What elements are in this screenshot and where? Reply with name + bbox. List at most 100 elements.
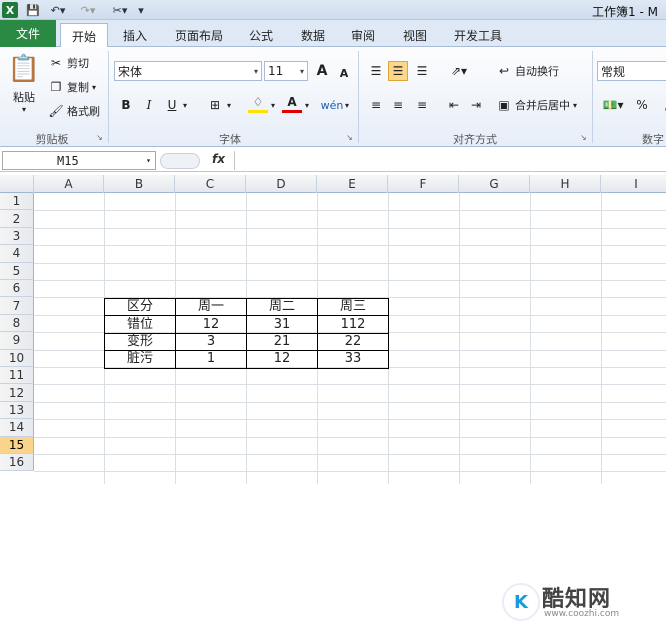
- tab-insert[interactable]: 插入: [114, 23, 156, 47]
- italic-button[interactable]: I: [139, 95, 159, 115]
- border-icon[interactable]: ⊞: [205, 95, 225, 115]
- table-cell[interactable]: 周二: [246, 297, 318, 317]
- excel-icon[interactable]: X: [2, 2, 18, 18]
- undo-icon[interactable]: ↶▾: [48, 2, 68, 18]
- table-cell[interactable]: 12: [246, 350, 318, 369]
- merge-center-button[interactable]: ▣ 合并后居中 ▾: [496, 97, 577, 113]
- phonetic-icon[interactable]: wén: [321, 95, 344, 115]
- shrink-font-button[interactable]: A: [334, 63, 354, 83]
- column-header[interactable]: D: [246, 175, 317, 193]
- font-name-combo[interactable]: 宋体 ▾: [114, 61, 262, 81]
- table-cell[interactable]: 3: [175, 332, 247, 352]
- copy-button[interactable]: ❐ 复制 ▾: [48, 79, 96, 95]
- tab-data[interactable]: 数据: [292, 23, 334, 47]
- row-header[interactable]: 16: [0, 454, 34, 472]
- table-cell[interactable]: 错位: [104, 315, 176, 334]
- row-header[interactable]: 3: [0, 227, 34, 246]
- chevron-down-icon[interactable]: ▾: [268, 95, 278, 115]
- table-cell[interactable]: 变形: [104, 332, 176, 352]
- table-cell[interactable]: 脏污: [104, 350, 176, 369]
- chevron-down-icon[interactable]: ▾: [302, 95, 312, 115]
- insert-function-button[interactable]: fx: [212, 152, 225, 166]
- row-header[interactable]: 10: [0, 349, 34, 367]
- orientation-icon[interactable]: ⇗▾: [446, 61, 472, 81]
- align-bottom-icon[interactable]: ☰: [412, 61, 432, 81]
- increase-indent-icon[interactable]: ⇥: [466, 95, 486, 115]
- row-header-selected[interactable]: 15: [0, 436, 34, 454]
- grow-font-button[interactable]: A: [312, 61, 332, 81]
- tab-developer[interactable]: 开发工具: [446, 23, 510, 47]
- tab-file[interactable]: 文件: [0, 20, 56, 47]
- row-header[interactable]: 14: [0, 419, 34, 437]
- table-cell[interactable]: 31: [246, 315, 318, 334]
- font-size-combo[interactable]: 11 ▾: [264, 61, 308, 81]
- paste-button[interactable]: 📋 粘贴 ▾: [8, 53, 40, 123]
- column-header[interactable]: H: [530, 175, 601, 193]
- dialog-launcher-icon[interactable]: ↘: [96, 133, 103, 142]
- table-cell[interactable]: 112: [317, 315, 389, 334]
- number-format-combo[interactable]: 常规: [597, 61, 666, 81]
- formula-bar-handle[interactable]: [160, 153, 200, 169]
- bold-button[interactable]: B: [116, 95, 136, 115]
- table-cell[interactable]: 周三: [317, 297, 389, 317]
- row-header[interactable]: 1: [0, 193, 34, 211]
- row-header[interactable]: 6: [0, 280, 34, 298]
- tab-formulas[interactable]: 公式: [240, 23, 282, 47]
- table-cell[interactable]: 12: [175, 315, 247, 334]
- table-cell[interactable]: 1: [175, 350, 247, 369]
- row-header[interactable]: 2: [0, 210, 34, 228]
- column-header[interactable]: A: [34, 175, 104, 193]
- select-all-corner[interactable]: [0, 175, 34, 193]
- table-cell[interactable]: 21: [246, 332, 318, 352]
- save-icon[interactable]: 💾: [26, 2, 40, 18]
- percent-button[interactable]: %: [632, 95, 652, 115]
- tools-icon[interactable]: ✂▾: [108, 2, 132, 18]
- column-header[interactable]: C: [175, 175, 246, 193]
- fill-color-icon[interactable]: ♢: [248, 93, 268, 113]
- customize-icon[interactable]: ▾: [136, 2, 146, 18]
- row-header[interactable]: 12: [0, 384, 34, 402]
- row-header[interactable]: 9: [0, 332, 34, 350]
- name-box[interactable]: M15 ▾: [2, 151, 156, 170]
- row-header[interactable]: 5: [0, 262, 34, 280]
- column-header[interactable]: E: [317, 175, 388, 193]
- column-header[interactable]: I: [601, 175, 666, 193]
- row-header[interactable]: 4: [0, 245, 34, 263]
- tab-page-layout[interactable]: 页面布局: [164, 23, 234, 47]
- dialog-launcher-icon[interactable]: ↘: [346, 133, 353, 142]
- decrease-indent-icon[interactable]: ⇤: [444, 95, 464, 115]
- column-header[interactable]: F: [388, 175, 459, 193]
- tab-review[interactable]: 审阅: [342, 23, 384, 47]
- format-painter-button[interactable]: 🖌 格式刷: [48, 103, 100, 119]
- formula-input[interactable]: [234, 151, 666, 170]
- comma-style-icon[interactable]: ‚: [656, 95, 666, 115]
- chevron-down-icon[interactable]: ▾: [342, 95, 352, 115]
- align-middle-icon[interactable]: ☰: [388, 61, 408, 81]
- redo-icon[interactable]: ↷▾: [78, 2, 98, 18]
- align-left-icon[interactable]: ≡: [366, 95, 386, 115]
- row-header[interactable]: 13: [0, 401, 34, 420]
- wrap-text-button[interactable]: ↩ 自动换行: [496, 63, 559, 79]
- row-header[interactable]: 7: [0, 297, 34, 315]
- tab-home[interactable]: 开始: [60, 23, 108, 48]
- font-color-icon[interactable]: A: [282, 93, 302, 113]
- column-header[interactable]: B: [104, 175, 175, 193]
- table-cell[interactable]: 33: [317, 350, 389, 369]
- underline-button[interactable]: U: [162, 95, 182, 115]
- tab-view[interactable]: 视图: [394, 23, 436, 47]
- column-header[interactable]: G: [459, 175, 530, 193]
- table-cell[interactable]: 区分: [104, 297, 176, 317]
- dialog-launcher-icon[interactable]: ↘: [580, 133, 587, 142]
- table-cell[interactable]: 周一: [175, 297, 247, 317]
- cut-button[interactable]: ✂ 剪切: [48, 55, 89, 71]
- align-center-icon[interactable]: ≡: [388, 95, 408, 115]
- currency-icon[interactable]: 💵▾: [600, 95, 626, 115]
- chevron-down-icon[interactable]: ▾: [180, 95, 190, 115]
- row-header[interactable]: 8: [0, 314, 34, 333]
- table-cell[interactable]: 22: [317, 332, 389, 352]
- worksheet-grid[interactable]: A B C D E F G H I 1 2 3 4 5 6 7 8 9 10 1…: [0, 175, 666, 621]
- row-header[interactable]: 11: [0, 367, 34, 385]
- align-top-icon[interactable]: ☰: [366, 61, 386, 81]
- chevron-down-icon[interactable]: ▾: [224, 95, 234, 115]
- align-right-icon[interactable]: ≡: [412, 95, 432, 115]
